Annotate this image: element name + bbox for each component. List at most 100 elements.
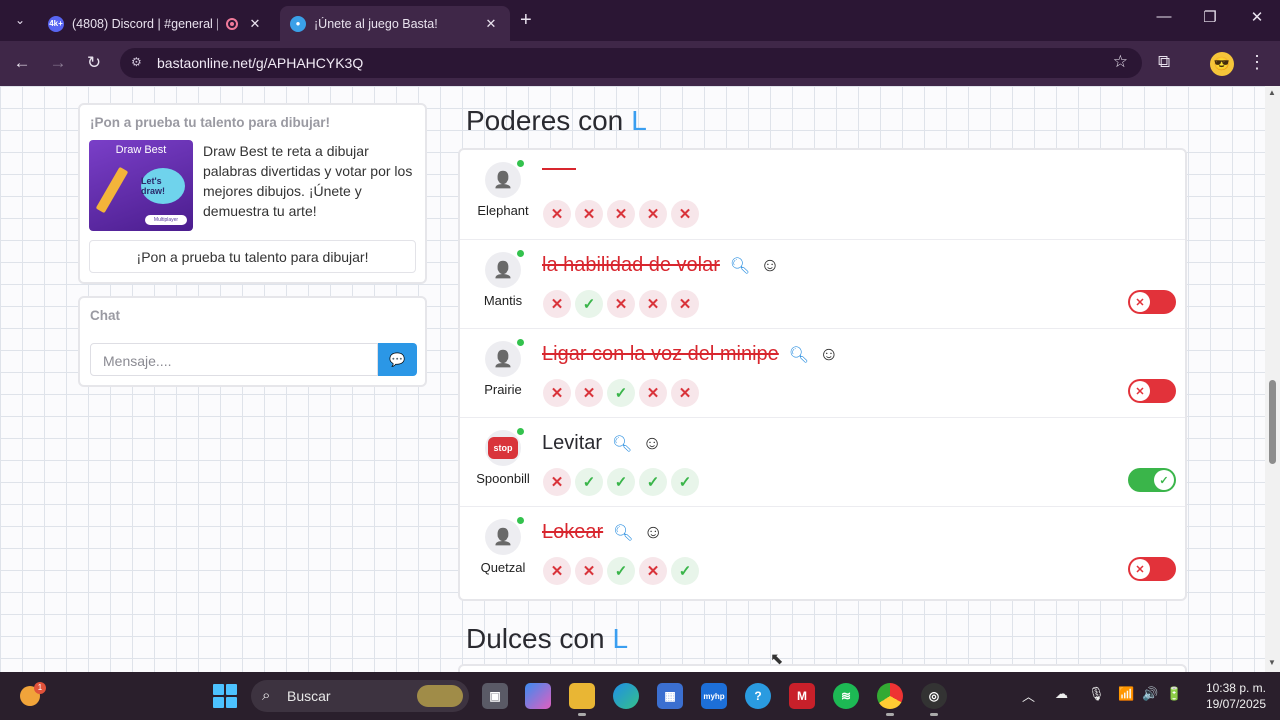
chrome-icon[interactable]	[877, 683, 903, 716]
stop-sign-icon: stop	[488, 437, 518, 459]
profile-avatar-icon[interactable]: 😎	[1210, 52, 1234, 76]
reload-icon[interactable]: ↻	[82, 53, 106, 73]
answer-text: Ligar con la voz del minipe	[542, 343, 779, 365]
discord-favicon-icon: 4k+	[48, 15, 64, 32]
vote-no-x-icon: ✕	[671, 200, 699, 228]
player-avatar: stop	[485, 428, 524, 466]
search-icon: ⌕	[262, 687, 271, 704]
tips-icon[interactable]: ?	[745, 683, 771, 709]
show-hidden-icons-chevron-icon[interactable]: ︿	[1022, 686, 1035, 705]
user-icon: 👤	[493, 529, 513, 546]
minimize-icon[interactable]: —	[1141, 8, 1187, 25]
store-icon[interactable]: ▦	[657, 683, 683, 709]
file-explorer-icon[interactable]	[569, 683, 595, 716]
answer-row: stop Spoonbill Levitar 🔍︎ ☺ ✕ ✓ ✓ ✓ ✓ ✓	[460, 417, 1185, 506]
category-letter: L	[631, 105, 647, 136]
copilot-icon[interactable]	[525, 683, 551, 709]
answer: Lokear 🔍︎ ☺	[542, 521, 663, 544]
vote-no-x-icon: ✕	[543, 468, 571, 496]
user-icon: 👤	[493, 351, 513, 368]
edge-icon[interactable]	[613, 683, 639, 709]
close-tab-icon[interactable]: ✕	[482, 16, 500, 32]
url-text[interactable]: bastaonline.net/g/APHAHCYK3Q	[157, 55, 363, 71]
tab-discord[interactable]: 4k+ (4808) Discord | #general | ✕	[38, 6, 274, 41]
send-message-button[interactable]: 💬	[378, 343, 417, 376]
add-reaction-icon[interactable]: ☺	[819, 344, 838, 366]
tab-basta[interactable]: ● ¡Únete al juego Basta! ✕	[280, 6, 510, 41]
vote-no-x-icon: ✕	[543, 557, 571, 585]
promo-heading: ¡Pon a prueba tu talento para dibujar!	[90, 115, 331, 130]
answer-row: 👤 Mantis la habilidad de volar 🔍︎ ☺ ✕ ✓ ✕ ✕ ✕ ✕	[460, 239, 1185, 328]
taskbar-search[interactable]: ⌕ Buscar	[251, 680, 469, 712]
obs-icon[interactable]: ◎	[921, 683, 947, 716]
site-info-icon[interactable]: ⚙	[131, 55, 142, 69]
myhp-icon[interactable]: myhp	[701, 683, 727, 709]
scrollbar-thumb[interactable]	[1269, 380, 1276, 464]
restore-icon[interactable]: ❐	[1187, 8, 1233, 26]
new-tab-plus-icon[interactable]: +	[520, 9, 532, 32]
empty-answer-dash	[542, 168, 576, 170]
vote-list: ✕ ✕ ✕ ✕ ✕	[543, 200, 699, 228]
tab-title: ¡Únete al juego Basta!	[314, 16, 438, 31]
player-name: Mantis	[483, 293, 523, 308]
vote-toggle[interactable]: ✕	[1128, 557, 1176, 581]
answer-row: 👤 Elephant ✕ ✕ ✕ ✕ ✕	[460, 150, 1185, 239]
close-tab-icon[interactable]: ✕	[246, 16, 264, 32]
battery-icon[interactable]: 🔋	[1166, 686, 1182, 702]
spotify-icon[interactable]: ≋	[833, 683, 859, 709]
microphone-icon[interactable]: 🎙	[1088, 686, 1105, 702]
draw-best-thumbnail[interactable]: Draw Best Let's draw! Multiplayer	[89, 140, 193, 231]
onedrive-icon[interactable]: ☁	[1055, 686, 1068, 702]
search-answer-icon[interactable]: 🔍︎	[789, 345, 809, 365]
taskbar-clock[interactable]: 10:38 p. m. 19/07/2025	[1198, 680, 1266, 712]
answer-row: 👤 Prairie Ligar con la voz del minipe 🔍︎ ☺ ✕ ✕…	[460, 328, 1185, 417]
extensions-puzzle-icon[interactable]: ⧉	[1158, 52, 1170, 72]
close-window-icon[interactable]: ✕	[1234, 8, 1280, 26]
weather-badge: 1	[34, 682, 46, 694]
scroll-down-icon[interactable]: ▼	[1268, 658, 1276, 667]
volume-icon[interactable]: 🔊	[1142, 686, 1158, 702]
player-avatar: 👤	[485, 250, 524, 288]
player-name: Prairie	[484, 382, 522, 397]
search-answer-icon[interactable]: 🔍︎	[612, 434, 632, 454]
forward-arrow-icon[interactable]: →	[46, 53, 70, 73]
page-scrollbar[interactable]: ▲ ▼	[1265, 86, 1280, 672]
search-answer-icon[interactable]: 🔍︎	[613, 523, 633, 543]
task-view-icon[interactable]: ▣	[482, 683, 508, 709]
mcafee-icon[interactable]: M	[789, 683, 815, 709]
next-answers-list	[458, 664, 1187, 672]
vote-toggle[interactable]: ✕	[1128, 290, 1176, 314]
scroll-up-icon[interactable]: ▲	[1268, 88, 1276, 97]
user-icon: 👤	[493, 172, 513, 189]
address-bar[interactable]: ⚙ bastaonline.net/g/APHAHCYK3Q ☆	[120, 48, 1142, 78]
vote-no-x-icon: ✕	[543, 290, 571, 318]
vote-list: ✕ ✓ ✕ ✕ ✕	[543, 290, 699, 318]
vote-yes-check-icon: ✓	[671, 557, 699, 585]
chat-bubble-icon: 💬	[389, 351, 406, 367]
search-answer-icon[interactable]: 🔍︎	[730, 256, 750, 276]
add-reaction-icon[interactable]: ☺	[643, 522, 662, 544]
vote-toggle[interactable]: ✕	[1128, 379, 1176, 403]
add-reaction-icon[interactable]: ☺	[642, 433, 661, 455]
vote-no-x-icon: ✕	[639, 200, 667, 228]
tab-title: (4808) Discord | #general |	[72, 16, 218, 31]
user-icon: 👤	[493, 262, 513, 279]
promo-button[interactable]: ¡Pon a prueba tu talento para dibujar!	[89, 240, 416, 273]
vote-yes-check-icon: ✓	[607, 557, 635, 585]
vote-no-x-icon: ✕	[575, 557, 603, 585]
taskbar-search-label: Buscar	[287, 688, 331, 704]
answer: Ligar con la voz del minipe 🔍︎ ☺	[542, 343, 839, 366]
vote-toggle[interactable]: ✓	[1128, 468, 1176, 492]
chat-message-input[interactable]: Mensaje....	[90, 343, 378, 376]
add-reaction-icon[interactable]: ☺	[760, 255, 779, 277]
kebab-menu-icon[interactable]: ⋮	[1248, 52, 1266, 73]
answer: Levitar 🔍︎ ☺	[542, 432, 662, 455]
wifi-icon[interactable]: 📶	[1118, 686, 1134, 702]
promo-description: Draw Best te reta a dibujar palabras div…	[203, 143, 413, 219]
windows-start-icon[interactable]	[213, 684, 237, 708]
weather-widget[interactable]: 1	[18, 682, 46, 710]
answers-list: 👤 Elephant ✕ ✕ ✕ ✕ ✕ 👤 Mantis la habilidad de vol…	[458, 148, 1187, 601]
back-arrow-icon[interactable]: ←	[10, 53, 34, 73]
bookmark-star-icon[interactable]: ☆	[1113, 52, 1128, 72]
tab-search-chevron-icon[interactable]: ⌄	[8, 8, 32, 32]
